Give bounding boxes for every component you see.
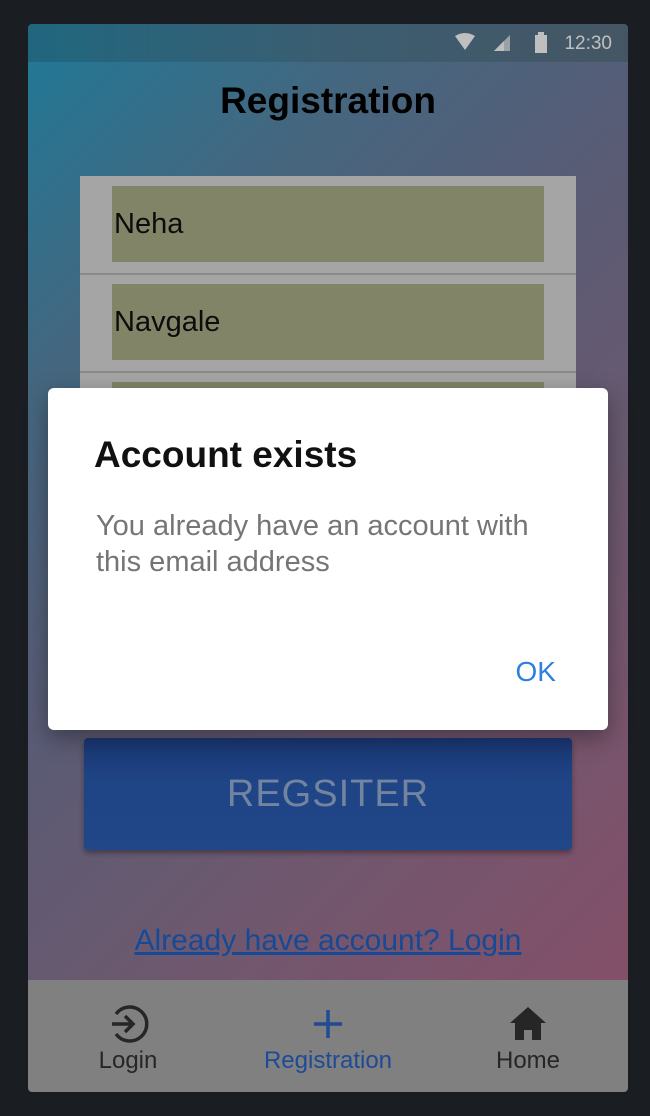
dialog-title: Account exists xyxy=(94,434,358,475)
dialog-message: You already have an account with this em… xyxy=(96,510,529,578)
dialog-ok-button[interactable]: OK xyxy=(516,656,556,688)
alert-dialog: Account exists You already have an accou… xyxy=(48,388,608,730)
